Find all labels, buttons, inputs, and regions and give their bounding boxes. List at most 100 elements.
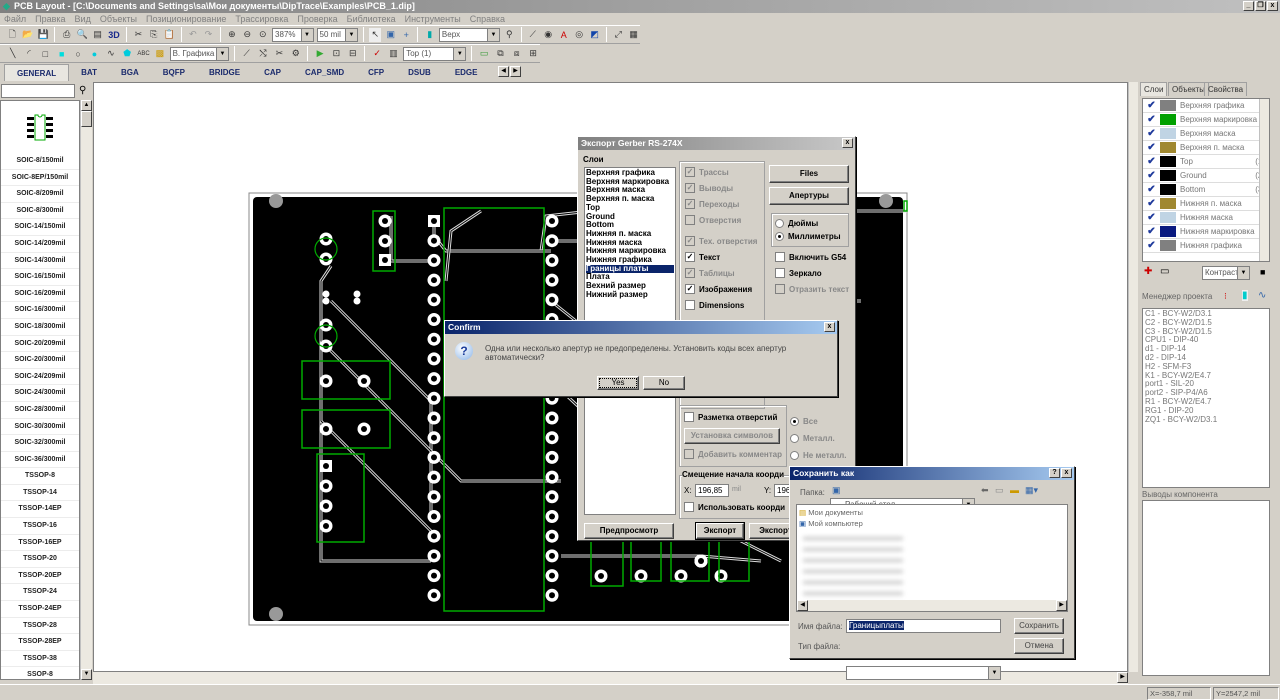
export-option-checkbox[interactable]: Отверстия (685, 215, 741, 225)
component-item[interactable]: SOIC-36/300mil (1, 452, 79, 469)
panning-icon[interactable]: ▣ (384, 28, 396, 42)
canvas-vertical-scrollbar[interactable] (1128, 82, 1138, 672)
export-dialog-close-button[interactable]: x (842, 138, 853, 148)
layer-stack-icon[interactable]: ▭ (477, 47, 490, 61)
layer-row[interactable]: ✔Top(1) (1143, 155, 1269, 169)
unroute-icon[interactable]: ✂ (273, 47, 286, 61)
find-icon[interactable]: ⚲ (503, 28, 515, 42)
component-item[interactable]: TSSOP-16EP (1, 535, 79, 552)
pointer-icon[interactable]: ↖ (368, 27, 382, 42)
tab-properties[interactable]: Свойства (1204, 82, 1248, 96)
export-option-checkbox[interactable]: ✓ Выводы (685, 183, 733, 193)
layer-visible-checkbox[interactable]: ✔ (1143, 240, 1160, 251)
component-item[interactable]: SOIC-14/150mil (1, 219, 79, 236)
layer-row[interactable]: ✔ Верхняя графика (1143, 99, 1269, 113)
layer-visible-checkbox[interactable]: ✔ (1143, 100, 1160, 111)
layer-visible-checkbox[interactable]: ✔ (1143, 156, 1160, 167)
component-rotate-icon[interactable]: ⧈ (510, 47, 523, 61)
filled-rectangle-icon[interactable]: ■ (55, 47, 68, 61)
drc-icon[interactable]: ✓ (370, 47, 383, 61)
layer-row[interactable]: ✔Bottom(3) (1143, 183, 1269, 197)
via-icon[interactable]: ◉ (542, 28, 554, 42)
mirror-checkbox[interactable]: Зеркало (775, 268, 822, 278)
component-item[interactable]: SOIC-16/150mil (1, 269, 79, 286)
component-item[interactable]: SOIC-20/209mil (1, 336, 79, 353)
symbols-button[interactable]: Установка символов (684, 428, 780, 444)
bom-icon[interactable]: ▤ (91, 28, 103, 42)
no-button[interactable]: No (643, 376, 685, 390)
binoculars-icon[interactable]: ⚲ (79, 85, 86, 96)
rectangle-icon[interactable]: □ (39, 47, 52, 61)
component-list-scrollbar[interactable]: ▲ ▼ (80, 100, 92, 680)
component-item[interactable]: TSSOP-14 (1, 485, 79, 502)
ratsnest-icon[interactable]: ⊡ (330, 47, 343, 61)
zoom-select[interactable]: 387% (272, 27, 314, 42)
dimension-icon[interactable]: ⤢ (612, 28, 624, 42)
component-item[interactable]: SOIC-18/300mil (1, 319, 79, 336)
layer-side-icon[interactable]: ▮ (423, 28, 435, 42)
grid-select[interactable]: 50 mil (316, 27, 358, 42)
component-item[interactable]: SOIC-28/300mil (1, 402, 79, 419)
print-preview-icon[interactable]: 🔍 (76, 28, 88, 42)
layer-visible-checkbox[interactable]: ✔ (1143, 226, 1160, 237)
table-icon[interactable]: ▦ (627, 28, 639, 42)
text-icon[interactable]: A (557, 28, 569, 42)
export-layer-item[interactable]: Нижний размер (586, 290, 674, 300)
new-file-icon[interactable]: 🗋 (6, 28, 18, 42)
component-item[interactable]: SOIC-8/300mil (1, 203, 79, 220)
menu-item[interactable]: Файл (4, 13, 26, 25)
library-tab[interactable]: BRIDGE (197, 64, 252, 81)
add-layer-icon[interactable]: ✚ (1144, 266, 1152, 277)
signal-layer-select[interactable]: Top (1) (403, 46, 467, 61)
close-button[interactable]: x (1267, 1, 1278, 11)
component-item[interactable]: TSSOP-28EP (1, 634, 79, 651)
component-item[interactable]: SOIC-32/300mil (1, 435, 79, 452)
layer-row[interactable]: ✔ Верхняя маркировка (1143, 113, 1269, 127)
layer-visible-checkbox[interactable]: ✔ (1143, 114, 1160, 125)
side-select[interactable]: Верх (438, 27, 501, 42)
zoom-fit-icon[interactable]: ⊙ (257, 28, 269, 42)
library-tab[interactable]: CAP (252, 64, 293, 81)
zoom-in-icon[interactable]: ⊕ (226, 28, 238, 42)
zoom-out-icon[interactable]: ⊖ (241, 28, 253, 42)
menu-item[interactable]: Вид (75, 13, 91, 25)
layer-row[interactable]: ✔ Нижняя маска (1143, 211, 1269, 225)
x-offset-input[interactable]: 196,85 (695, 484, 729, 497)
minimize-button[interactable]: _ (1243, 1, 1254, 11)
filename-input[interactable]: Границыплаты (846, 619, 1001, 633)
file-item-my-computer[interactable]: ▣ Мой компьютер (799, 518, 863, 529)
menu-item[interactable]: Справка (470, 13, 505, 25)
line-icon[interactable]: ╲ (6, 47, 19, 61)
menu-item[interactable]: Трассировка (235, 13, 288, 25)
export-option-checkbox[interactable]: ✓ Тех. отверстия (685, 236, 757, 246)
component-item[interactable]: SSOP-8 (1, 667, 79, 679)
component-item[interactable]: SOIC-8/209mil (1, 186, 79, 203)
open-folder-icon[interactable]: 📂 (21, 28, 33, 42)
polyline-icon[interactable]: ∿ (104, 47, 117, 61)
export-button[interactable]: Экспорт (695, 522, 745, 540)
cut-icon[interactable]: ✂ (132, 28, 144, 42)
menu-item[interactable]: Библиотека (347, 13, 396, 25)
scroll-down-icon[interactable]: ▼ (81, 669, 92, 680)
use-coordinates-checkbox[interactable]: Использовать коорди (684, 502, 785, 512)
file-browser-hscrollbar[interactable]: ◀ ▶ (797, 600, 1067, 611)
hole-marking-checkbox[interactable]: Разметка отверстий (684, 412, 777, 422)
route-auto-icon[interactable]: ⤭ (256, 47, 269, 61)
file-item-my-documents[interactable]: ▤ Мои документы (799, 507, 863, 518)
scroll-thumb[interactable] (81, 111, 92, 127)
copy-icon[interactable]: ⎘ (148, 28, 160, 42)
library-tab[interactable]: BAT (69, 64, 109, 81)
component-item[interactable]: SOIC-14/300mil (1, 253, 79, 270)
component-props-icon[interactable]: ⊞ (526, 47, 539, 61)
holes-plated-radio[interactable]: Металл. (790, 434, 835, 443)
export-option-checkbox[interactable]: ✓ Таблицы (685, 268, 735, 278)
export-option-checkbox[interactable]: ✓ Трассы (685, 167, 729, 177)
library-tab[interactable]: CAP_SMD (293, 64, 356, 81)
new-folder-icon[interactable]: ▬ (1010, 485, 1019, 495)
export-option-checkbox[interactable]: ✓ Текст (685, 252, 720, 262)
confirm-close-button[interactable]: x (824, 322, 835, 332)
menu-item[interactable]: Объекты (100, 13, 137, 25)
component-item[interactable]: TSSOP-24 (1, 584, 79, 602)
preview-button[interactable]: Предпросмотр (584, 523, 674, 539)
tab-scroll-right-icon[interactable]: ▶ (510, 66, 521, 77)
